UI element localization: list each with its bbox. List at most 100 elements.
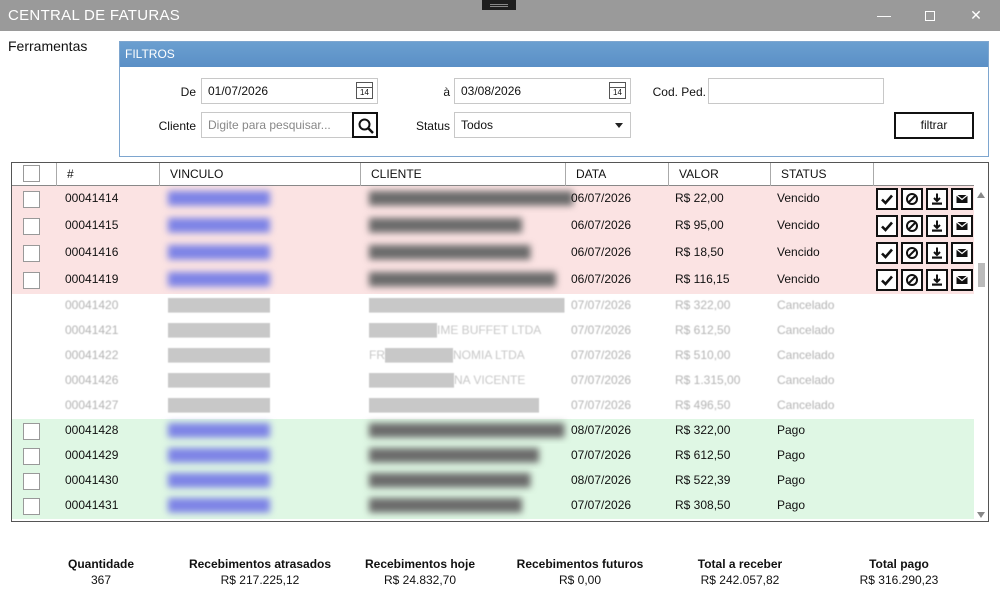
- email-button[interactable]: [951, 269, 973, 291]
- summary-title: Recebimentos atrasados: [188, 557, 332, 571]
- table-row[interactable]: 00041431 ████████████ ██████████████████ 07…: [12, 494, 974, 519]
- table-row[interactable]: 00041420 ████████████ ████████████████████…: [12, 294, 974, 319]
- calendar-icon[interactable]: 14: [609, 82, 626, 99]
- row-checkbox[interactable]: [23, 272, 40, 289]
- row-checkbox[interactable]: [23, 473, 40, 490]
- invoices-table: # VINCULO CLIENTE DATA VALOR STATUS 0004…: [11, 162, 989, 522]
- row-checkbox[interactable]: [23, 423, 40, 440]
- header-vinculo[interactable]: VINCULO: [160, 163, 361, 186]
- order-code-input[interactable]: [708, 78, 884, 104]
- minimize-icon: —: [877, 7, 891, 23]
- table-row[interactable]: 00041426 ████████████ ██████████NA VICENTE…: [12, 369, 974, 394]
- cell-cliente: ████████████████████: [369, 398, 540, 412]
- cell-vinculo: ████████████: [168, 473, 271, 487]
- table-row[interactable]: 00041419 ████████████ ████████████████████…: [12, 267, 974, 294]
- cancel-button[interactable]: [901, 188, 923, 210]
- cancel-button[interactable]: [901, 242, 923, 264]
- check-button[interactable]: [876, 269, 898, 291]
- row-checkbox[interactable]: [23, 191, 40, 208]
- cell-status: Pago: [777, 473, 806, 487]
- cell-status: Vencido: [777, 272, 820, 286]
- summary-quantidade: Quantidade 367: [40, 557, 162, 587]
- cell-cliente: ██████████NA VICENTE: [369, 373, 526, 387]
- check-button[interactable]: [876, 188, 898, 210]
- row-checkbox[interactable]: [23, 498, 40, 515]
- table-row[interactable]: 00041414 ████████████ ████████████████████…: [12, 186, 974, 213]
- table-row[interactable]: 00041422 ████████████ FR████████NOMIA LTDA…: [12, 344, 974, 369]
- maximize-button[interactable]: [907, 0, 953, 31]
- summary-value: 367: [90, 573, 112, 587]
- table-row[interactable]: 00041429 ████████████ ████████████████████…: [12, 444, 974, 469]
- summary-hoje: Recebimentos hoje R$ 24.832,70: [350, 557, 490, 587]
- check-button[interactable]: [876, 242, 898, 264]
- client-search-button[interactable]: [352, 112, 378, 138]
- cell-id: 00041431: [65, 498, 119, 512]
- scroll-down-icon[interactable]: [977, 512, 985, 518]
- table-row[interactable]: 00041430 ████████████ ███████████████████ 0…: [12, 469, 974, 494]
- cell-valor: R$ 22,00: [675, 191, 724, 205]
- cell-vinculo: ████████████: [168, 423, 271, 437]
- download-button[interactable]: [926, 269, 948, 291]
- drag-handle[interactable]: [482, 0, 516, 10]
- header-status[interactable]: STATUS: [771, 163, 874, 186]
- download-button[interactable]: [926, 242, 948, 264]
- table-row[interactable]: 00041428 ████████████ ████████████████████…: [12, 419, 974, 444]
- cell-status: Pago: [777, 498, 806, 512]
- summary-a-receber: Total a receber R$ 242.057,82: [670, 557, 810, 587]
- cancel-button[interactable]: [901, 269, 923, 291]
- cell-id: 00041428: [65, 423, 119, 437]
- select-all-checkbox[interactable]: [23, 165, 40, 182]
- tools-menu[interactable]: Ferramentas: [8, 38, 87, 54]
- summary-total-pago: Total pago R$ 316.290,23: [829, 557, 969, 587]
- cancel-button[interactable]: [901, 215, 923, 237]
- scroll-up-icon[interactable]: [977, 192, 985, 198]
- email-button[interactable]: [951, 215, 973, 237]
- header-data[interactable]: DATA: [566, 163, 669, 186]
- table-row[interactable]: 00041421 ████████████ ████████IME BUFFET L…: [12, 319, 974, 344]
- cell-status: Cancelado: [777, 298, 835, 312]
- header-id[interactable]: #: [57, 163, 160, 186]
- vertical-scrollbar[interactable]: [974, 186, 988, 521]
- filters-header: FILTROS: [120, 42, 988, 67]
- client-label: Cliente: [158, 119, 196, 133]
- row-checkbox[interactable]: [23, 218, 40, 235]
- cell-cliente: ████████IME BUFFET LTDA: [369, 323, 542, 337]
- summary-value: R$ 242.057,82: [700, 573, 780, 587]
- download-button[interactable]: [926, 215, 948, 237]
- email-button[interactable]: [951, 242, 973, 264]
- download-button[interactable]: [926, 188, 948, 210]
- table-header: # VINCULO CLIENTE DATA VALOR STATUS: [12, 163, 974, 186]
- email-button[interactable]: [951, 188, 973, 210]
- table-row[interactable]: 00041415 ████████████ ██████████████████ 06…: [12, 213, 974, 240]
- check-button[interactable]: [876, 215, 898, 237]
- table-row[interactable]: 00041427 ████████████ ████████████████████…: [12, 394, 974, 419]
- header-valor[interactable]: VALOR: [669, 163, 771, 186]
- status-select-value: Todos: [461, 118, 494, 132]
- minimize-button[interactable]: —: [861, 0, 907, 31]
- filter-button[interactable]: filtrar: [894, 112, 974, 139]
- header-cliente[interactable]: CLIENTE: [361, 163, 566, 186]
- cell-valor: R$ 612,50: [675, 323, 731, 337]
- from-date-input[interactable]: 01/07/2026 14: [201, 78, 378, 104]
- cell-data: 07/07/2026: [571, 398, 632, 412]
- scroll-thumb[interactable]: [978, 263, 985, 287]
- row-checkbox[interactable]: [23, 245, 40, 262]
- status-select[interactable]: Todos: [454, 112, 631, 138]
- summary-title: Recebimentos futuros: [516, 557, 644, 571]
- cell-cliente: ██████████████████: [369, 218, 523, 232]
- cell-data: 08/07/2026: [571, 473, 632, 487]
- cell-id: 00041414: [65, 191, 119, 205]
- cell-cliente: ███████████████████████: [369, 298, 565, 312]
- close-icon: ✕: [970, 7, 982, 23]
- row-checkbox[interactable]: [23, 448, 40, 465]
- client-search-input[interactable]: Digite para pesquisar...: [201, 112, 353, 138]
- close-button[interactable]: ✕: [953, 0, 999, 31]
- calendar-icon[interactable]: 14: [356, 82, 373, 99]
- cell-valor: R$ 1.315,00: [675, 373, 741, 387]
- cell-data: 06/07/2026: [571, 191, 632, 205]
- cell-id: 00041430: [65, 473, 119, 487]
- cell-valor: R$ 18,50: [675, 245, 724, 259]
- table-row[interactable]: 00041416 ████████████ ███████████████████ 0…: [12, 240, 974, 267]
- cell-id: 00041420: [65, 298, 119, 312]
- to-date-input[interactable]: 03/08/2026 14: [454, 78, 631, 104]
